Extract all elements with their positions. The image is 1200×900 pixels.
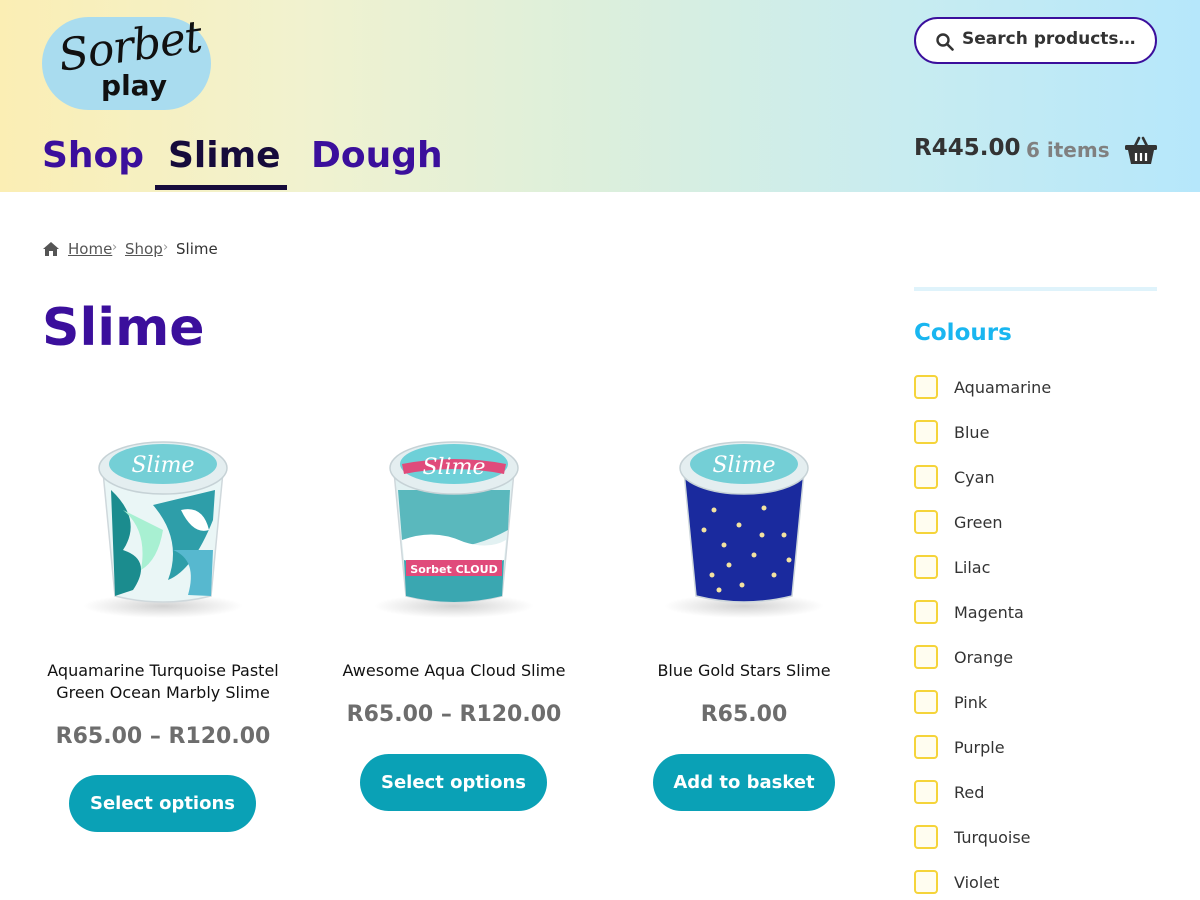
filter-checkbox[interactable] bbox=[914, 375, 938, 399]
filter-red[interactable]: Red bbox=[914, 780, 1154, 806]
filter-violet[interactable]: Violet bbox=[914, 870, 1154, 896]
breadcrumb-separator: › bbox=[163, 240, 169, 255]
filter-purple[interactable]: Purple bbox=[914, 735, 1154, 761]
basket-icon[interactable] bbox=[1124, 136, 1158, 166]
svg-text:Sorbet CLOUD: Sorbet CLOUD bbox=[410, 563, 497, 576]
breadcrumb-home[interactable]: Home bbox=[68, 240, 112, 258]
filter-label: Blue bbox=[954, 423, 990, 442]
add-to-basket-button[interactable]: Add to basket bbox=[653, 754, 835, 811]
search-icon bbox=[936, 33, 954, 51]
product-name[interactable]: Aquamarine Turquoise Pastel Green Ocean … bbox=[41, 660, 285, 704]
filter-checkbox[interactable] bbox=[914, 420, 938, 444]
filter-label: Purple bbox=[954, 738, 1005, 757]
filter-lilac[interactable]: Lilac bbox=[914, 555, 1154, 581]
site-logo[interactable]: Sorbet play bbox=[42, 11, 211, 110]
filter-checkbox[interactable] bbox=[914, 465, 938, 489]
filter-magenta[interactable]: Magenta bbox=[914, 600, 1154, 626]
breadcrumb-shop[interactable]: Shop bbox=[125, 240, 163, 258]
product-price: R65.00 – R120.00 bbox=[346, 702, 562, 727]
filter-checkbox[interactable] bbox=[914, 780, 938, 804]
product-image[interactable]: Sorbet CLOUD Slime bbox=[354, 410, 554, 620]
filter-label: Aquamarine bbox=[954, 378, 1052, 397]
svg-text:Slime: Slime bbox=[422, 455, 485, 480]
nav-active-indicator bbox=[155, 185, 287, 190]
filter-checkbox[interactable] bbox=[914, 735, 938, 759]
filter-label: Turquoise bbox=[954, 828, 1031, 847]
filter-checkbox[interactable] bbox=[914, 510, 938, 534]
filter-checkbox[interactable] bbox=[914, 645, 938, 669]
filter-checkbox[interactable] bbox=[914, 600, 938, 624]
filter-label: Orange bbox=[954, 648, 1014, 667]
page-title: Slime bbox=[42, 298, 205, 358]
filter-checkbox[interactable] bbox=[914, 690, 938, 714]
product-price: R65.00 bbox=[700, 702, 788, 727]
product-image[interactable]: Slime bbox=[644, 410, 844, 620]
search-placeholder: Search products… bbox=[962, 29, 1136, 49]
filter-label: Violet bbox=[954, 873, 1000, 892]
svg-text:Slime: Slime bbox=[131, 453, 194, 478]
filter-turquoise[interactable]: Turquoise bbox=[914, 825, 1154, 851]
cart-item-count[interactable]: 6 items bbox=[1026, 138, 1110, 162]
select-options-button[interactable]: Select options bbox=[69, 775, 256, 832]
filter-label: Cyan bbox=[954, 468, 995, 487]
filter-aquamarine[interactable]: Aquamarine bbox=[914, 375, 1154, 401]
filter-label: Pink bbox=[954, 693, 988, 712]
sidebar-divider bbox=[914, 287, 1157, 291]
select-options-button[interactable]: Select options bbox=[360, 754, 547, 811]
cart-total[interactable]: R445.00 bbox=[914, 135, 1020, 161]
filter-label: Green bbox=[954, 513, 1003, 532]
filter-cyan[interactable]: Cyan bbox=[914, 465, 1154, 491]
nav-item-slime[interactable]: Slime bbox=[168, 128, 281, 192]
nav-item-dough[interactable]: Dough bbox=[311, 128, 443, 192]
product-name[interactable]: Blue Gold Stars Slime bbox=[622, 660, 866, 682]
product-name[interactable]: Awesome Aqua Cloud Slime bbox=[332, 660, 576, 682]
svg-text:Slime: Slime bbox=[712, 453, 775, 478]
breadcrumb-current: Slime bbox=[176, 240, 218, 258]
filter-label: Red bbox=[954, 783, 985, 802]
filter-pink[interactable]: Pink bbox=[914, 690, 1154, 716]
home-icon bbox=[43, 242, 59, 256]
filter-blue[interactable]: Blue bbox=[914, 420, 1154, 446]
search-input[interactable]: Search products… bbox=[914, 17, 1157, 64]
filter-checkbox[interactable] bbox=[914, 555, 938, 579]
nav-item-shop[interactable]: Shop bbox=[42, 128, 144, 192]
product-image[interactable]: Slime bbox=[63, 410, 263, 620]
filter-label: Magenta bbox=[954, 603, 1024, 622]
filter-orange[interactable]: Orange bbox=[914, 645, 1154, 671]
product-price: R65.00 – R120.00 bbox=[55, 724, 271, 749]
filter-checkbox[interactable] bbox=[914, 870, 938, 894]
sidebar-title: Colours bbox=[914, 320, 1012, 346]
site-header: Sorbet play Shop Slime Dough Search prod… bbox=[0, 0, 1200, 192]
filter-green[interactable]: Green bbox=[914, 510, 1154, 536]
filter-checkbox[interactable] bbox=[914, 825, 938, 849]
filter-label: Lilac bbox=[954, 558, 991, 577]
breadcrumb-separator: › bbox=[112, 240, 118, 255]
logo-sub-text: play bbox=[101, 69, 167, 102]
